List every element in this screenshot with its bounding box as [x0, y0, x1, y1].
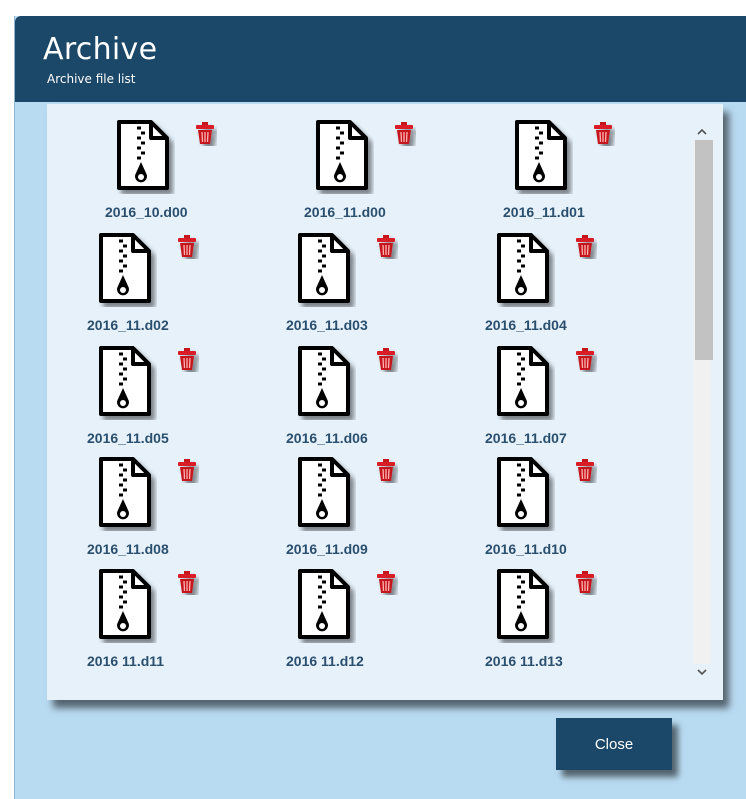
trash-icon[interactable]	[374, 233, 398, 259]
file-name: 2016_11.d01	[503, 204, 585, 220]
file-item[interactable]: 2016_11.d09	[286, 455, 446, 567]
trash-icon[interactable]	[175, 346, 199, 372]
zip-file-icon[interactable]	[113, 118, 175, 194]
dialog-title: Archive	[43, 32, 158, 67]
dialog-subtitle: Archive file list	[47, 72, 136, 86]
file-name: 2016_11.d05	[87, 430, 169, 446]
file-item[interactable]: 2016_10.d00	[87, 118, 247, 230]
zip-file-icon[interactable]	[294, 567, 356, 643]
file-name: 2016_11.d02	[87, 317, 169, 333]
file-name: 2016_11.d07	[485, 430, 567, 446]
file-name: 2016 11.d12	[286, 653, 364, 669]
file-name: 2016_11.d06	[286, 430, 368, 446]
archive-dialog: Archive Archive file list 2016_10.d00 201…	[14, 16, 746, 799]
trash-icon[interactable]	[374, 457, 398, 483]
file-name: 2016_11.d09	[286, 541, 368, 557]
zip-file-icon[interactable]	[511, 118, 573, 194]
file-item[interactable]: 2016_11.d10	[485, 455, 645, 567]
file-name: 2016_10.d00	[105, 204, 188, 220]
file-item[interactable]: 2016_11.d04	[485, 231, 645, 343]
file-item[interactable]: 2016_11.d03	[286, 231, 446, 343]
file-item[interactable]: 2016_11.d06	[286, 344, 446, 456]
trash-icon[interactable]	[175, 233, 199, 259]
file-name: 2016 11.d13	[485, 653, 563, 669]
zip-file-icon[interactable]	[95, 231, 157, 307]
file-item[interactable]: 2016 11.d11	[87, 567, 247, 679]
zip-file-icon[interactable]	[294, 455, 356, 531]
zip-file-icon[interactable]	[95, 455, 157, 531]
file-name: 2016_11.d00	[304, 204, 386, 220]
file-name: 2016_11.d10	[485, 541, 567, 557]
file-name: 2016 11.d11	[87, 653, 165, 669]
trash-icon[interactable]	[591, 120, 615, 146]
file-item[interactable]: 2016 11.d13	[485, 567, 645, 679]
file-item[interactable]: 2016_11.d01	[485, 118, 645, 230]
trash-icon[interactable]	[573, 233, 597, 259]
trash-icon[interactable]	[193, 120, 217, 146]
file-item[interactable]: 2016_11.d07	[485, 344, 645, 456]
trash-icon[interactable]	[392, 120, 416, 146]
zip-file-icon[interactable]	[95, 567, 157, 643]
title-bar: Archive Archive file list	[15, 16, 746, 102]
file-item[interactable]: 2016 11.d12	[286, 567, 446, 679]
trash-icon[interactable]	[175, 569, 199, 595]
file-item[interactable]: 2016_11.d02	[87, 231, 247, 343]
trash-icon[interactable]	[374, 346, 398, 372]
file-item[interactable]: 2016_11.d08	[87, 455, 247, 567]
zip-file-icon[interactable]	[493, 344, 555, 420]
scrollbar-track[interactable]	[693, 140, 713, 664]
zip-file-icon[interactable]	[312, 118, 374, 194]
zip-file-icon[interactable]	[294, 344, 356, 420]
file-grid: 2016_10.d00 2016_11.d00 2016_11.d01 2016_11…	[47, 104, 687, 700]
zip-file-icon[interactable]	[493, 567, 555, 643]
file-name: 2016_11.d03	[286, 317, 368, 333]
trash-icon[interactable]	[175, 457, 199, 483]
chevron-up-icon[interactable]	[696, 126, 708, 138]
zip-file-icon[interactable]	[493, 455, 555, 531]
file-item[interactable]: 2016_11.d05	[87, 344, 247, 456]
file-list-panel: 2016_10.d00 2016_11.d00 2016_11.d01 2016_11…	[47, 104, 723, 700]
vertical-scrollbar[interactable]	[691, 124, 713, 682]
file-name: 2016_11.d04	[485, 317, 567, 333]
zip-file-icon[interactable]	[294, 231, 356, 307]
trash-icon[interactable]	[573, 457, 597, 483]
trash-icon[interactable]	[374, 569, 398, 595]
file-item[interactable]: 2016_11.d00	[286, 118, 446, 230]
zip-file-icon[interactable]	[95, 344, 157, 420]
chevron-down-icon[interactable]	[696, 666, 708, 678]
trash-icon[interactable]	[573, 569, 597, 595]
file-name: 2016_11.d08	[87, 541, 169, 557]
zip-file-icon[interactable]	[493, 231, 555, 307]
close-button[interactable]: Close	[556, 718, 672, 770]
trash-icon[interactable]	[573, 346, 597, 372]
scrollbar-thumb[interactable]	[695, 140, 713, 360]
